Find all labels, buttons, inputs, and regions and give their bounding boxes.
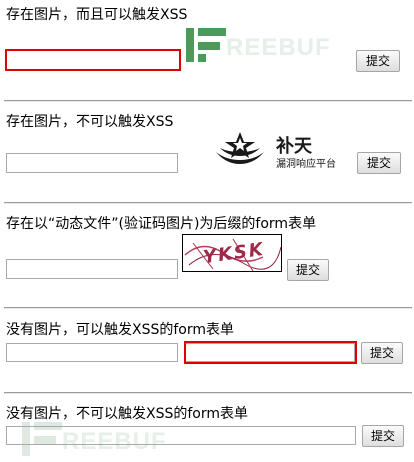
section-4-text-input-1[interactable] (6, 343, 178, 362)
section-1-heading: 存在图片，而且可以触发XSS (6, 7, 188, 23)
section-2-submit-button[interactable]: 提交 (357, 152, 401, 174)
divider-2 (4, 202, 412, 204)
section-4-heading: 没有图片，可以触发XSS的form表单 (6, 322, 235, 338)
captcha-image: YKSK (182, 234, 282, 272)
divider-1 (4, 100, 412, 102)
butian-logo: 补天 漏洞响应平台 (212, 130, 352, 174)
freebuf-watermark-text: REEBUF (226, 34, 331, 61)
section-3-submit-button[interactable]: 提交 (287, 259, 329, 281)
section-3-heading: 存在以“动态文件”(验证码图片)为后缀的form表单 (6, 216, 317, 232)
butian-star-icon (216, 132, 264, 164)
section-4-submit-button[interactable]: 提交 (361, 342, 403, 364)
butian-subtitle: 漏洞响应平台 (276, 159, 336, 170)
section-3-text-input[interactable] (6, 259, 178, 279)
section-4-highlight-box (184, 341, 357, 364)
freebuf-watermark-top: REEBUF (184, 26, 384, 66)
section-2-heading: 存在图片，不可以触发XSS (6, 114, 174, 130)
freebuf-logo-icon (186, 28, 226, 62)
section-5-text-input[interactable] (6, 426, 356, 445)
divider-3 (4, 307, 412, 309)
section-5-submit-button[interactable]: 提交 (362, 425, 404, 447)
section-1-submit-button[interactable]: 提交 (356, 50, 400, 72)
divider-4 (4, 392, 412, 394)
section-1-highlight-box (5, 49, 181, 71)
section-2-text-input[interactable] (6, 153, 178, 173)
